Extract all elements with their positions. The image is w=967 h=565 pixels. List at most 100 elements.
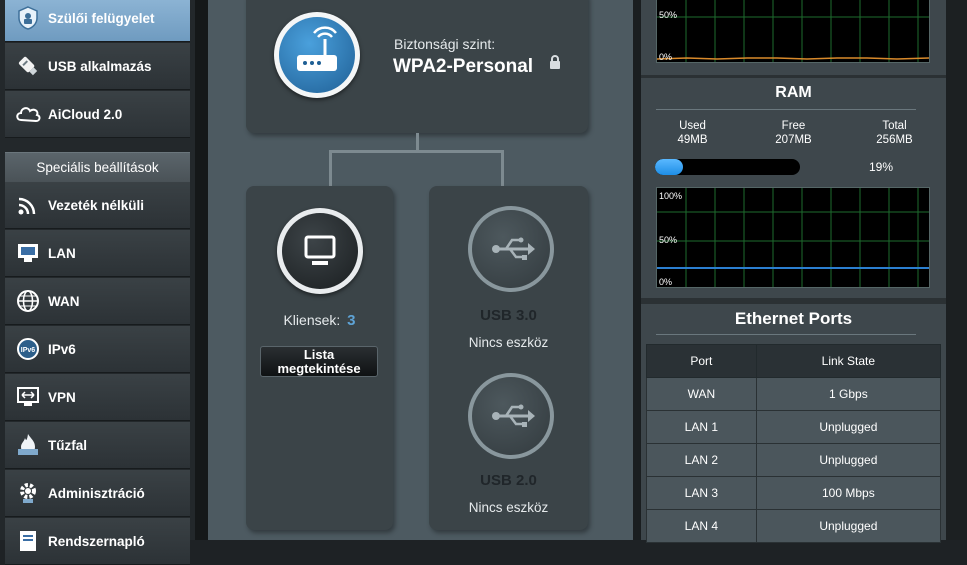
right-edge-bar [946, 0, 967, 540]
link-state-cell: 100 Mbps [755, 476, 942, 510]
sidebar-item-label: Szülői felügyelet [48, 10, 155, 26]
usb2-label: USB 2.0 [480, 472, 537, 489]
sidebar-item-label: Tűzfal [48, 437, 87, 453]
sidebar-item-system-log[interactable]: Rendszernapló [5, 518, 190, 565]
sidebar-item-label: VPN [48, 389, 76, 405]
column-header-link-state: Link State [755, 344, 942, 378]
sidebar-item-aicloud[interactable]: AiCloud 2.0 [5, 91, 190, 138]
ram-title: RAM [775, 84, 812, 101]
cpu-panel: 50% 0% [641, 0, 946, 75]
table-row: LAN 4 Unplugged [646, 509, 942, 543]
sidebar-item-lan[interactable]: LAN [5, 230, 190, 277]
table-header-row: Port Link State [646, 344, 942, 378]
ram-total-label: Total [882, 120, 907, 132]
log-icon [13, 526, 43, 556]
ram-usage-bar [655, 159, 800, 175]
cpu-graph-label-50: 50% [659, 10, 678, 20]
sidebar-item-label: USB alkalmazás [48, 58, 152, 74]
usb3-status: Nincs eszköz [468, 335, 549, 350]
ethernet-divider [656, 334, 916, 335]
connector-line [329, 150, 332, 186]
sidebar-gutter [195, 0, 208, 540]
link-state-cell: Unplugged [755, 509, 942, 543]
ram-divider [656, 109, 916, 110]
sidebar-item-label: WAN [48, 293, 80, 309]
ram-graph: 100% 50% 0% [656, 187, 930, 288]
sidebar-item-label: Vezeték nélküli [48, 197, 145, 213]
router-card[interactable]: Biztonsági szint: WPA2-Personal [246, 0, 588, 133]
ram-panel: RAM Used 49MB Free 207MB Total 256MB 19% [641, 78, 946, 298]
vpn-icon [13, 382, 43, 412]
ram-used-label: Used [679, 120, 706, 132]
status-column: 50% 0% RAM Used 49MB Free 207MB Total 25… [641, 0, 967, 543]
connector-line [329, 150, 504, 153]
router-icon [279, 17, 355, 93]
sidebar-section-header: Speciális beállítások [5, 152, 190, 182]
connector-line [501, 150, 504, 186]
clients-label: Kliensek: [283, 312, 341, 328]
svg-text:IPv6: IPv6 [21, 347, 36, 354]
ram-used-value: 49MB [677, 134, 708, 146]
network-map: Biztonsági szint: WPA2-Personal Kliensek… [208, 0, 633, 540]
ethernet-ports-table: Port Link State WAN 1 Gbps LAN 1 Unplugged… [646, 344, 942, 543]
clients-count[interactable]: 3 [347, 312, 355, 329]
ram-total-value: 256MB [876, 134, 913, 146]
table-row: LAN 1 Unplugged [646, 410, 942, 444]
table-row: WAN 1 Gbps [646, 377, 942, 411]
ram-graph-label-100: 100% [659, 191, 683, 201]
parental-control-icon [13, 3, 43, 33]
usb-icon[interactable] [472, 377, 550, 455]
table-row: LAN 3 100 Mbps [646, 476, 942, 510]
sidebar-item-parental-control[interactable]: Szülői felügyelet [5, 0, 190, 42]
ram-free-label: Free [781, 120, 806, 132]
usb3-label: USB 3.0 [480, 307, 537, 324]
cloud-icon [13, 99, 43, 129]
ethernet-title: Ethernet Ports [734, 309, 853, 328]
ram-graph-label-50: 50% [659, 235, 678, 245]
port-cell: LAN 4 [646, 509, 757, 543]
sidebar-item-firewall[interactable]: Tűzfal [5, 422, 190, 469]
cpu-graph-label-0: 0% [659, 52, 673, 62]
usb2-status: Nincs eszköz [468, 500, 549, 515]
link-state-cell: 1 Gbps [755, 377, 942, 411]
sidebar-item-wan[interactable]: WAN [5, 278, 190, 325]
ram-free-value: 207MB [775, 134, 812, 146]
ram-usage-fill [655, 159, 683, 175]
right-gutter [633, 0, 641, 540]
firewall-icon [13, 430, 43, 460]
port-cell: WAN [646, 377, 757, 411]
gear-icon [13, 478, 43, 508]
cpu-graph: 50% 0% [656, 0, 930, 63]
ipv6-icon: IPv6 [13, 334, 43, 364]
lock-icon [549, 54, 561, 75]
ram-usage-percent: 19% [869, 160, 894, 174]
column-header-port: Port [646, 344, 757, 378]
ram-graph-label-0: 0% [659, 277, 673, 287]
usb-stick-icon [13, 51, 43, 81]
wireless-icon [13, 190, 43, 220]
sidebar-item-wireless[interactable]: Vezeték nélküli [5, 182, 190, 229]
sidebar-item-label: IPv6 [48, 341, 76, 357]
globe-icon [13, 286, 43, 316]
usb-card: USB 3.0 Nincs eszköz USB 2.0 Nincs eszkö… [429, 186, 588, 530]
security-level-value: WPA2-Personal [393, 56, 534, 77]
port-cell: LAN 3 [646, 476, 757, 510]
monitor-icon [282, 213, 358, 289]
sidebar-item-ipv6[interactable]: IPv6 IPv6 [5, 326, 190, 373]
sidebar: Szülői felügyelet USB alkalmazás AiCloud… [0, 0, 195, 565]
table-row: LAN 2 Unplugged [646, 443, 942, 477]
view-list-button[interactable]: Lista megtekintése [260, 346, 378, 377]
usb-icon[interactable] [472, 210, 550, 288]
sidebar-item-vpn[interactable]: VPN [5, 374, 190, 421]
link-state-cell: Unplugged [755, 443, 942, 477]
lan-icon [13, 238, 43, 268]
clients-card[interactable]: Kliensek: 3 Lista megtekintése [246, 186, 393, 530]
sidebar-item-administration[interactable]: Adminisztráció [5, 470, 190, 517]
sidebar-item-label: Adminisztráció [48, 485, 145, 501]
sidebar-item-usb[interactable]: USB alkalmazás [5, 43, 190, 90]
link-state-cell: Unplugged [755, 410, 942, 444]
sidebar-item-label: Rendszernapló [48, 533, 145, 549]
sidebar-item-label: LAN [48, 245, 76, 261]
port-cell: LAN 2 [646, 443, 757, 477]
sidebar-item-label: AiCloud 2.0 [48, 106, 123, 122]
